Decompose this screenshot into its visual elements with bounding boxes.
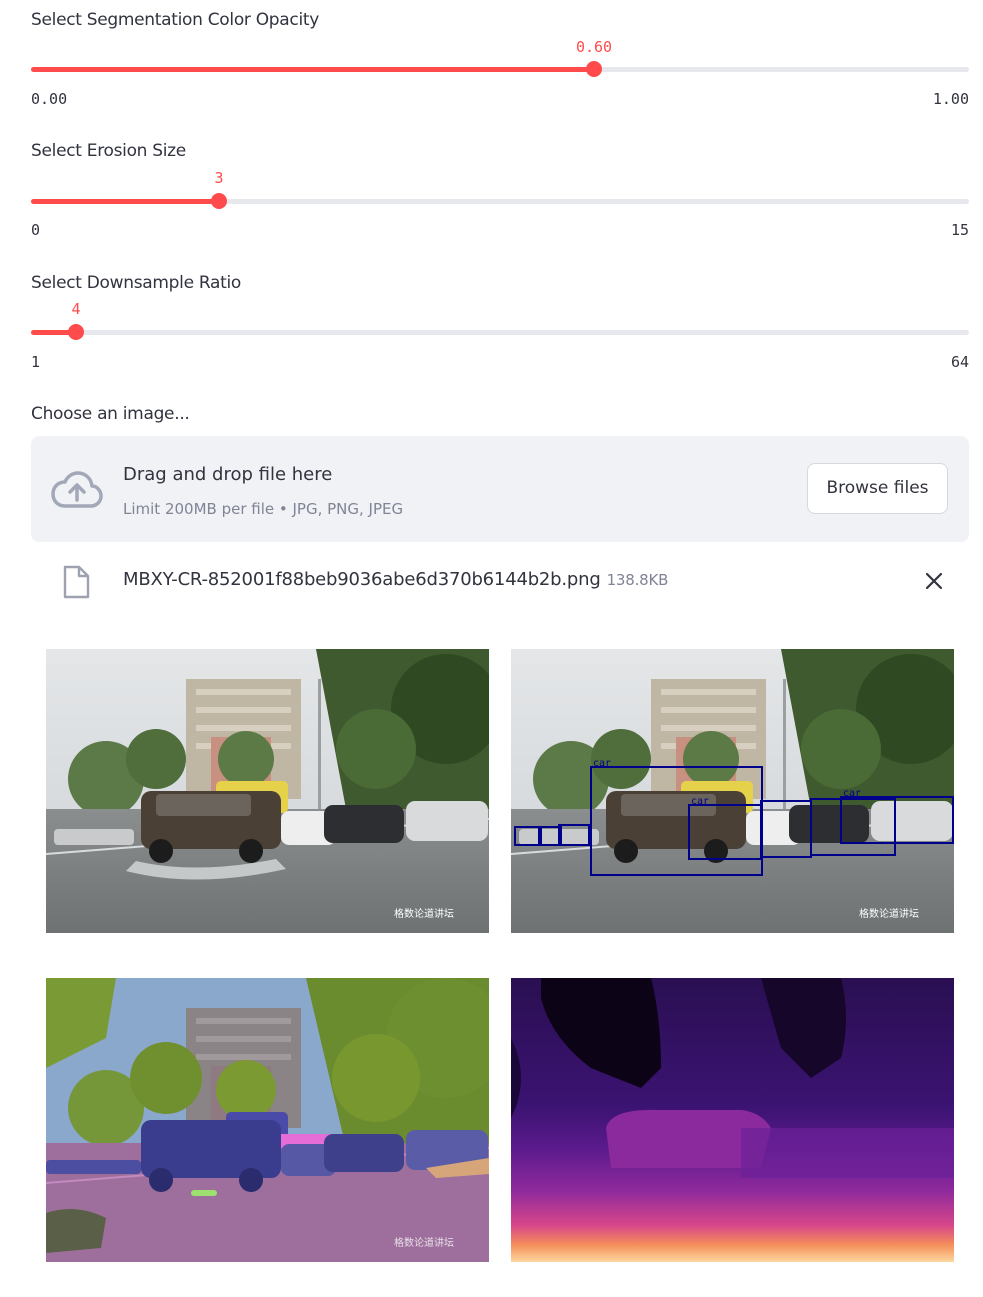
opacity-slider-label: Select Segmentation Color Opacity <box>31 10 320 30</box>
opacity-slider[interactable] <box>31 61 969 77</box>
detection-label: car <box>843 788 861 799</box>
opacity-slider-fill <box>31 67 594 72</box>
file-name-text: MBXY-CR-852001f88beb9036abe6d370b6144b2b… <box>123 569 601 590</box>
detection-label: car <box>593 758 611 769</box>
uploaded-file-row: MBXY-CR-852001f88beb9036abe6d370b6144b2b… <box>31 558 969 608</box>
opacity-slider-value: 0.60 <box>575 38 613 56</box>
file-icon <box>63 565 90 599</box>
cloud-upload-icon <box>51 471 103 508</box>
segmentation-overlay: 格数论道讲坛 <box>46 978 489 1262</box>
downsample-slider-value: 4 <box>71 300 81 318</box>
detection-photo: car car car 格数论道讲坛 <box>511 649 954 933</box>
browse-files-button[interactable]: Browse files <box>807 463 948 514</box>
close-icon[interactable] <box>921 568 947 594</box>
detection-label: car <box>691 796 709 807</box>
downsample-slider[interactable] <box>31 324 969 340</box>
file-name: MBXY-CR-852001f88beb9036abe6d370b6144b2b… <box>123 569 668 590</box>
dropzone-subtitle: Limit 200MB per file • JPG, PNG, JPEG <box>123 500 404 518</box>
street-photo: 格数论道讲坛 <box>46 649 489 933</box>
downsample-slider-max: 64 <box>950 353 969 371</box>
erosion-slider-label: Select Erosion Size <box>31 141 186 161</box>
downsample-slider-min: 1 <box>31 353 41 371</box>
segmentation-image: 格数论道讲坛 <box>46 978 489 1262</box>
depth-image <box>511 978 954 1262</box>
opacity-slider-max: 1.00 <box>932 90 969 108</box>
watermark-text: 格数论道讲坛 <box>394 1236 454 1249</box>
downsample-slider-thumb[interactable] <box>68 324 84 340</box>
original-image: 格数论道讲坛 <box>46 649 489 933</box>
erosion-slider-value: 3 <box>214 169 224 187</box>
detection-image: car car car 格数论道讲坛 <box>511 649 954 933</box>
dropzone-title: Drag and drop file here <box>123 464 333 485</box>
erosion-slider-fill <box>31 199 219 204</box>
watermark-text: 格数论道讲坛 <box>394 907 454 920</box>
erosion-slider-max: 15 <box>950 221 969 239</box>
opacity-slider-thumb[interactable] <box>586 61 602 77</box>
uploader-label: Choose an image... <box>31 404 190 424</box>
file-size: 138.8KB <box>606 571 669 589</box>
watermark-text: 格数论道讲坛 <box>859 907 919 920</box>
erosion-slider-min: 0 <box>31 221 41 239</box>
file-dropzone[interactable]: Drag and drop file here Limit 200MB per … <box>31 436 969 542</box>
erosion-slider-thumb[interactable] <box>211 193 227 209</box>
downsample-slider-label: Select Downsample Ratio <box>31 273 241 293</box>
depth-map <box>511 978 954 1262</box>
opacity-slider-min: 0.00 <box>31 90 68 108</box>
erosion-slider[interactable] <box>31 193 969 209</box>
